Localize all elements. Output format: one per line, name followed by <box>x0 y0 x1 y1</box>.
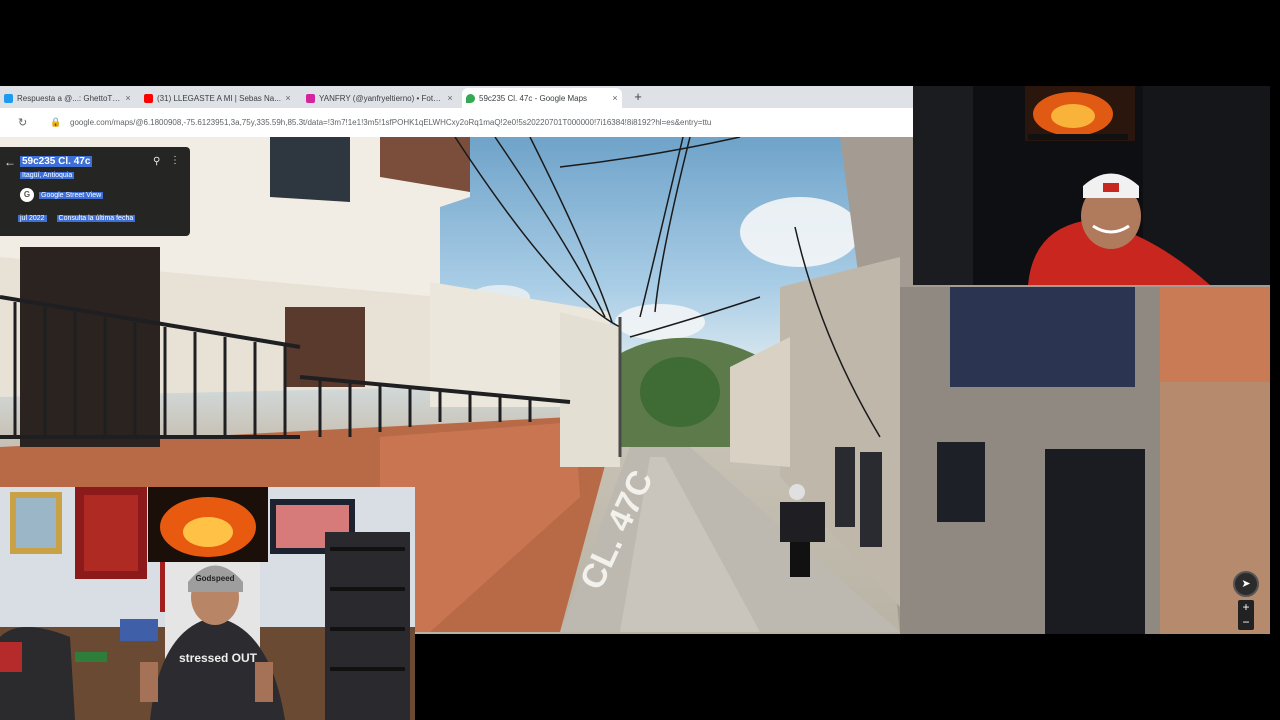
street-view-source[interactable]: G Google Street View <box>20 187 104 203</box>
lock-icon[interactable]: 🔒 <box>50 117 62 128</box>
webcam-overlay-left: Godspeed stressed OUT <box>0 487 415 720</box>
cap-text: Godspeed <box>195 574 234 583</box>
street-view-label: Google Street View <box>39 191 104 199</box>
close-icon[interactable]: × <box>608 93 622 103</box>
place-title: 59c235 Cl. 47c <box>20 156 93 167</box>
map-pin-icon[interactable]: ⚲ <box>153 156 160 167</box>
browser-window-chrome: Respuesta a @...: GhettoTC... × (31) LLE… <box>0 86 913 137</box>
tab-title: (31) LLEGASTE A MI | Sebas Na... <box>157 93 281 103</box>
back-arrow-icon[interactable]: ← <box>4 155 16 169</box>
twitter-favicon-icon <box>4 93 13 103</box>
zoom-out-button[interactable]: − <box>1238 615 1254 630</box>
latest-date-link[interactable]: Consulta la última fecha <box>56 215 136 222</box>
reload-icon[interactable]: ↻ <box>18 116 32 129</box>
tab-title: YANFRY (@yanfryeltierno) • Foto... <box>319 93 443 103</box>
zoom-in-button[interactable]: + <box>1238 600 1254 615</box>
tab-google-maps[interactable]: 59c235 Cl. 47c - Google Maps × <box>462 88 622 108</box>
shirt-text: stressed OUT <box>179 651 258 665</box>
google-g-icon: G <box>20 188 34 202</box>
webcam-left-image: Godspeed stressed OUT <box>0 487 415 720</box>
address-bar[interactable]: google.com/maps/@6.1800908,-75.6123951,3… <box>70 118 830 127</box>
tab-instagram[interactable]: YANFRY (@yanfryeltierno) • Foto... × <box>302 88 457 108</box>
tab-title: 59c235 Cl. 47c - Google Maps <box>479 93 588 103</box>
street-view-info-card: ← 59c235 Cl. 47c ⚲ ⋮ Itagüí, Antioquia G… <box>0 147 190 236</box>
place-subtitle: Itagüí, Antioquia <box>20 172 75 179</box>
youtube-favicon-icon <box>144 93 153 103</box>
maps-pin-favicon-icon <box>466 93 475 103</box>
close-icon[interactable]: × <box>281 93 295 103</box>
new-tab-button[interactable]: + <box>630 89 646 104</box>
zoom-controls: + − <box>1238 600 1254 630</box>
tab-strip: Respuesta a @...: GhettoTC... × (31) LLE… <box>0 86 913 108</box>
tab-twitter[interactable]: Respuesta a @...: GhettoTC... × <box>0 88 135 108</box>
compass-icon[interactable]: ➤ <box>1233 571 1259 597</box>
close-icon[interactable]: × <box>443 93 457 103</box>
more-options-icon[interactable]: ⋮ <box>170 155 180 166</box>
close-icon[interactable]: × <box>121 93 135 103</box>
instagram-favicon-icon <box>306 93 315 103</box>
capture-date[interactable]: jul 2022 <box>18 215 47 222</box>
address-toolbar: ↻ 🔒 google.com/maps/@6.1800908,-75.61239… <box>0 108 913 137</box>
webcam-overlay-right <box>913 86 1270 285</box>
tab-title: Respuesta a @...: GhettoTC... <box>17 93 121 103</box>
tab-youtube[interactable]: (31) LLEGASTE A MI | Sebas Na... × <box>140 88 295 108</box>
webcam-right-image <box>913 86 1270 285</box>
capture-date-row: jul 2022 Consulta la última fecha <box>18 215 136 222</box>
